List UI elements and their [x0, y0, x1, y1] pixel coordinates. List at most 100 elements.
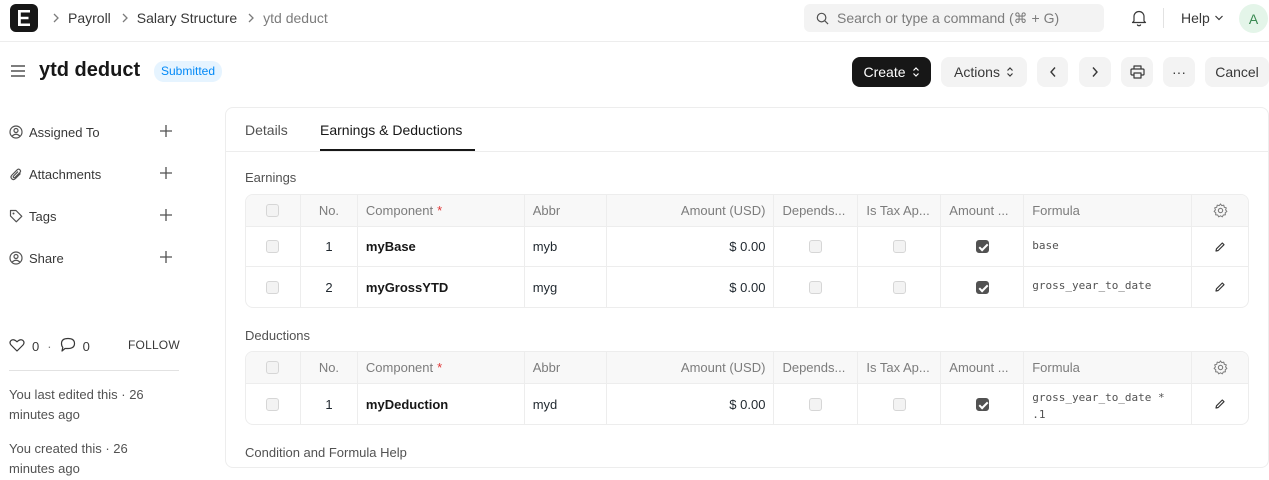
actions-label: Actions [954, 64, 1000, 80]
select-all-checkbox[interactable] [266, 204, 280, 217]
app-logo[interactable] [10, 4, 38, 32]
help-label: Help [1181, 10, 1210, 26]
is-tax-checkbox[interactable] [892, 397, 906, 411]
row-is-tax-cell [858, 227, 942, 266]
search-bar[interactable] [804, 4, 1104, 32]
sidebar-item-share[interactable]: Share [9, 248, 179, 268]
breadcrumb-payroll[interactable]: Payroll [68, 10, 111, 26]
row-formula[interactable]: gross_year_to_date [1024, 267, 1193, 307]
row-amount-based-cell [941, 227, 1025, 266]
depends-checkbox[interactable] [809, 280, 823, 294]
amount-based-checkbox[interactable] [975, 240, 989, 253]
help-dropdown[interactable]: Help [1181, 10, 1224, 26]
create-button[interactable]: Create [852, 57, 931, 87]
row-abbr[interactable]: myd [525, 384, 607, 424]
row-amount[interactable]: $ 0.00 [607, 384, 775, 424]
row-amount-based-cell [941, 267, 1025, 307]
col-formula: Formula [1024, 352, 1193, 383]
pencil-icon[interactable] [1214, 281, 1226, 293]
chevron-right-icon [121, 13, 129, 23]
sidebar-toggle-icon[interactable] [10, 63, 26, 82]
row-checkbox[interactable] [266, 397, 280, 411]
sidebar-item-assigned-to[interactable]: Assigned To [9, 122, 179, 142]
chevron-left-icon [1049, 67, 1056, 77]
row-no: 1 [301, 227, 358, 266]
row-amount[interactable]: $ 0.00 [607, 227, 775, 266]
col-depends: Depends... [774, 195, 859, 226]
status-badge: Submitted [154, 61, 223, 82]
select-arrows-icon [1007, 67, 1013, 77]
breadcrumb-current[interactable]: ytd deduct [263, 10, 328, 26]
depends-checkbox[interactable] [809, 240, 823, 253]
tab-details[interactable]: Details [245, 122, 288, 138]
navbar-divider [1163, 8, 1164, 28]
row-formula[interactable]: base [1024, 227, 1193, 266]
row-is-tax-cell [858, 384, 942, 424]
col-abbr: Abbr [525, 352, 607, 383]
sidebar-item-attachments[interactable]: Attachments [9, 164, 179, 184]
row-amount[interactable]: $ 0.00 [607, 267, 775, 307]
row-select-cell [246, 227, 301, 266]
row-component[interactable]: myDeduction [358, 384, 525, 424]
row-component[interactable]: myGrossYTD [358, 267, 525, 307]
row-checkbox[interactable] [266, 240, 280, 253]
add-attachment-plus-icon[interactable] [159, 166, 173, 183]
actions-button[interactable]: Actions [941, 57, 1027, 87]
breadcrumb-salary-structure[interactable]: Salary Structure [137, 10, 237, 26]
deductions-section-label: Deductions [245, 328, 311, 343]
table-row[interactable]: 1 myBase myb $ 0.00 base [246, 227, 1248, 267]
is-tax-checkbox[interactable] [892, 240, 906, 253]
is-tax-checkbox[interactable] [892, 280, 906, 294]
previous-doc-button[interactable] [1037, 57, 1068, 87]
more-options-button[interactable]: ··· [1163, 57, 1195, 87]
pencil-icon[interactable] [1214, 398, 1226, 410]
row-formula[interactable]: gross_year_to_date * .1 [1024, 384, 1193, 424]
amount-based-checkbox[interactable] [975, 280, 989, 294]
row-select-cell [246, 267, 301, 307]
sidebar-item-tags[interactable]: Tags [9, 206, 179, 226]
table-header: No. Component * Abbr Amount (USD) Depends… [246, 352, 1248, 384]
col-amount: Amount (USD) [607, 195, 775, 226]
formula-help-link[interactable]: Condition and Formula Help [245, 445, 407, 460]
table-row[interactable]: 1 myDeduction myd $ 0.00 gross_year_to_d… [246, 384, 1248, 424]
pencil-icon[interactable] [1214, 241, 1226, 253]
select-all-cell [246, 195, 301, 226]
gear-icon[interactable] [1213, 360, 1228, 375]
row-checkbox[interactable] [266, 280, 280, 294]
created-info: You created this · 26 minutes ago [9, 441, 128, 476]
comment-icon[interactable] [60, 337, 76, 355]
breadcrumb: Payroll Salary Structure ytd deduct [52, 0, 338, 36]
search-input[interactable] [837, 10, 1097, 26]
col-component-label: Component [365, 360, 434, 375]
gear-icon[interactable] [1213, 203, 1228, 218]
paperclip-icon [9, 167, 23, 181]
row-component[interactable]: myBase [358, 227, 525, 266]
row-abbr[interactable]: myg [525, 267, 607, 307]
print-button[interactable] [1121, 57, 1153, 87]
next-doc-button[interactable] [1079, 57, 1111, 87]
form-tabs: Details Earnings & Deductions [226, 108, 1268, 152]
col-formula: Formula [1024, 195, 1193, 226]
avatar[interactable]: A [1239, 4, 1268, 33]
add-assignee-plus-icon[interactable] [159, 124, 173, 141]
select-all-checkbox[interactable] [266, 361, 280, 374]
sidebar-divider [9, 370, 179, 371]
table-row[interactable]: 2 myGrossYTD myg $ 0.00 gross_year_to_da… [246, 267, 1248, 307]
row-no: 1 [301, 384, 358, 424]
chevron-right-icon [1092, 67, 1098, 77]
cancel-button[interactable]: Cancel [1205, 57, 1269, 87]
depends-checkbox[interactable] [809, 397, 823, 411]
add-tag-plus-icon[interactable] [159, 208, 173, 225]
row-abbr[interactable]: myb [525, 227, 607, 266]
row-depends-cell [774, 384, 859, 424]
active-tab-indicator [320, 149, 475, 151]
heart-icon[interactable] [9, 338, 25, 355]
add-share-plus-icon[interactable] [159, 250, 173, 267]
follow-button[interactable]: FOLLOW [128, 338, 180, 352]
chevron-down-icon [1214, 15, 1223, 21]
notifications-bell-icon[interactable] [1131, 9, 1147, 30]
tab-earnings-deductions[interactable]: Earnings & Deductions [320, 122, 462, 138]
col-is-tax: Is Tax Ap... [858, 352, 942, 383]
chevron-right-icon [247, 13, 255, 23]
amount-based-checkbox[interactable] [975, 397, 989, 411]
